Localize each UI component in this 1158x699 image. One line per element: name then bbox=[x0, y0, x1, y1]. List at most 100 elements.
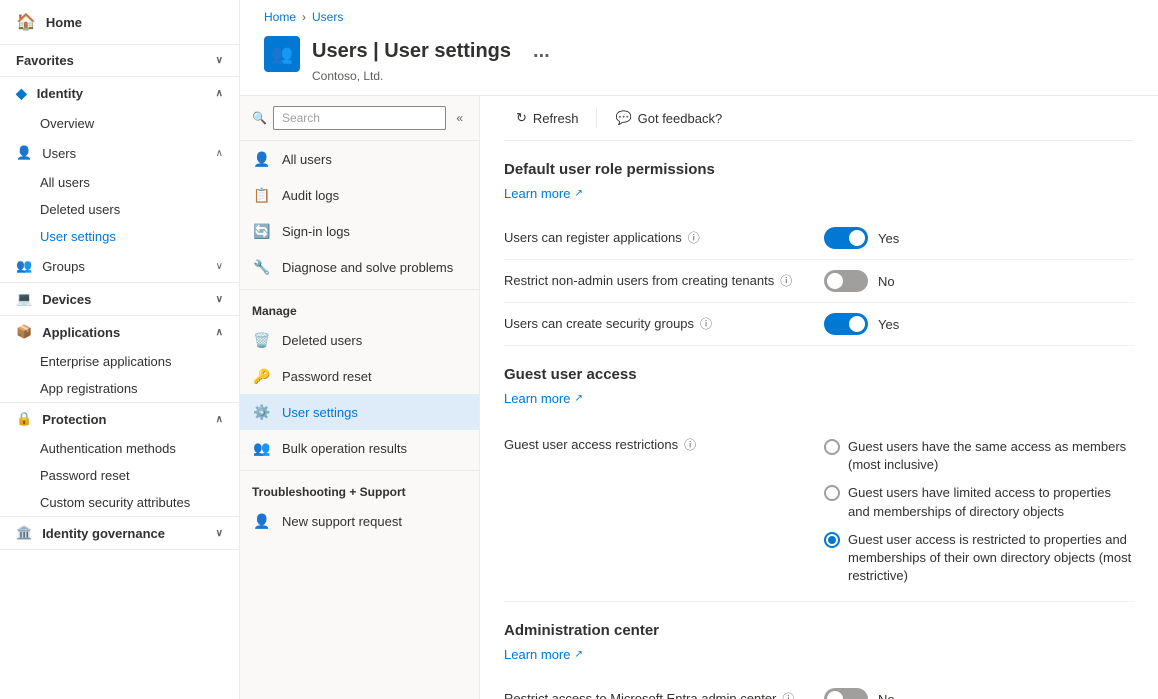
toggle-slider-1 bbox=[824, 227, 868, 249]
page-header-icon: 👥 bbox=[264, 36, 300, 72]
breadcrumb-users[interactable]: Users bbox=[312, 10, 343, 24]
page-title: Users | User settings bbox=[312, 40, 511, 63]
radio-item-1[interactable]: Guest users have the same access as memb… bbox=[824, 438, 1134, 474]
radio-circle-2 bbox=[824, 485, 840, 501]
sidebar-item-custom-security[interactable]: Custom security attributes bbox=[0, 489, 239, 516]
identity-governance-section: 🏛️ Identity governance ∨ bbox=[0, 517, 239, 550]
users-label: Users bbox=[42, 146, 76, 161]
users-page-icon: 👥 bbox=[271, 44, 293, 65]
sidebar-item-app-registrations[interactable]: App registrations bbox=[0, 375, 239, 402]
protection-group[interactable]: 🔒 Protection ∧ bbox=[0, 403, 239, 435]
info-icon-3[interactable]: ⓘ bbox=[700, 315, 712, 332]
chevron-up-icon: ∧ bbox=[216, 88, 223, 99]
devices-group[interactable]: 💻 Devices ∨ bbox=[0, 283, 239, 315]
restrict-tenants-toggle[interactable] bbox=[824, 270, 868, 292]
external-link-icon-1: ↗ bbox=[574, 188, 582, 199]
radio-item-2[interactable]: Guest users have limited access to prope… bbox=[824, 484, 1134, 520]
manage-section-label: Manage bbox=[240, 294, 479, 322]
users-group[interactable]: 👤 Users ∧ bbox=[0, 137, 239, 169]
info-icon-2[interactable]: ⓘ bbox=[780, 272, 792, 289]
search-input[interactable] bbox=[273, 106, 446, 130]
nav-diagnose[interactable]: 🔧 Diagnose and solve problems bbox=[240, 249, 479, 285]
nav-password-reset[interactable]: 🔑 Password reset bbox=[240, 358, 479, 394]
nav-bulk-operations[interactable]: 👥 Bulk operation results bbox=[240, 430, 479, 466]
radio-text-2: Guest users have limited access to prope… bbox=[848, 484, 1134, 520]
feedback-icon: 💬 bbox=[615, 110, 631, 126]
nav-audit-logs-label: Audit logs bbox=[282, 188, 339, 203]
chevron-up-icon-apps: ∧ bbox=[216, 327, 223, 338]
identity-governance-label: Identity governance bbox=[42, 526, 165, 541]
favorites-section: Favorites ∨ bbox=[0, 45, 239, 77]
info-icon-5[interactable]: ⓘ bbox=[782, 690, 794, 699]
secondary-nav: 🔍 « 👤 All users 📋 Audit logs 🔄 Sign-in l… bbox=[240, 96, 480, 699]
register-apps-toggle[interactable] bbox=[824, 227, 868, 249]
signin-logs-icon: 🔄 bbox=[252, 221, 272, 241]
setting-row-guest-restrictions: Guest user access restrictions ⓘ Guest u… bbox=[504, 422, 1134, 602]
refresh-button[interactable]: ↻ Refresh bbox=[504, 104, 590, 132]
security-groups-toggle[interactable] bbox=[824, 313, 868, 335]
security-groups-control: Yes bbox=[824, 313, 899, 335]
sidebar-item-all-users[interactable]: All users bbox=[0, 169, 239, 196]
breadcrumb: Home › Users bbox=[240, 0, 1158, 24]
nav-bulk-ops-label: Bulk operation results bbox=[282, 441, 407, 456]
more-options-button[interactable]: ... bbox=[527, 36, 556, 67]
search-bar: 🔍 « bbox=[240, 96, 479, 141]
identity-group[interactable]: ◆ Identity ∧ bbox=[0, 77, 239, 110]
restrict-tenants-control: No bbox=[824, 270, 895, 292]
learn-more-3[interactable]: Learn more ↗ bbox=[504, 647, 1134, 662]
admin-center-toggle[interactable] bbox=[824, 688, 868, 699]
identity-governance-group[interactable]: 🏛️ Identity governance ∨ bbox=[0, 517, 239, 549]
all-users-icon: 👤 bbox=[252, 149, 272, 169]
learn-more-1[interactable]: Learn more ↗ bbox=[504, 186, 1134, 201]
identity-section: ◆ Identity ∧ Overview 👤 Users ∧ All user… bbox=[0, 77, 239, 283]
nav-new-support[interactable]: 👤 New support request bbox=[240, 503, 479, 539]
nav-all-users-label: All users bbox=[282, 152, 332, 167]
guest-restrictions-label: Guest user access restrictions ⓘ bbox=[504, 432, 824, 453]
nav-signin-logs[interactable]: 🔄 Sign-in logs bbox=[240, 213, 479, 249]
radio-text-1: Guest users have the same access as memb… bbox=[848, 438, 1134, 474]
page-header-info: Users | User settings ... Contoso, Ltd. bbox=[312, 36, 556, 83]
toggle-slider-3 bbox=[824, 313, 868, 335]
info-icon-1[interactable]: ⓘ bbox=[688, 229, 700, 246]
restrict-tenants-label: Restrict non-admin users from creating t… bbox=[504, 270, 824, 289]
sidebar-item-auth-methods[interactable]: Authentication methods bbox=[0, 435, 239, 462]
sidebar-item-password-reset[interactable]: Password reset bbox=[0, 462, 239, 489]
identity-label: Identity bbox=[37, 86, 83, 101]
info-icon-4[interactable]: ⓘ bbox=[684, 436, 696, 453]
nav-deleted-users-label: Deleted users bbox=[282, 333, 362, 348]
learn-more-2[interactable]: Learn more ↗ bbox=[504, 391, 1134, 406]
sidebar-item-deleted-users[interactable]: Deleted users bbox=[0, 196, 239, 223]
refresh-icon: ↻ bbox=[516, 110, 527, 126]
groups-group[interactable]: 👥 Groups ∨ bbox=[0, 250, 239, 282]
sidebar-item-enterprise-apps[interactable]: Enterprise applications bbox=[0, 348, 239, 375]
feedback-button[interactable]: 💬 Got feedback? bbox=[603, 104, 734, 132]
nav-user-settings[interactable]: ⚙️ User settings bbox=[240, 394, 479, 430]
sidebar-item-user-settings[interactable]: User settings bbox=[0, 223, 239, 250]
user-settings-icon: ⚙️ bbox=[252, 402, 272, 422]
home-nav-item[interactable]: 🏠 Home bbox=[0, 0, 239, 45]
bulk-ops-icon: 👥 bbox=[252, 438, 272, 458]
password-reset-icon: 🔑 bbox=[252, 366, 272, 386]
restrict-tenants-value: No bbox=[878, 274, 895, 289]
collapse-button[interactable]: « bbox=[452, 109, 467, 127]
chevron-down-icon: ∨ bbox=[216, 55, 223, 66]
radio-item-3[interactable]: Guest user access is restricted to prope… bbox=[824, 531, 1134, 586]
register-apps-value: Yes bbox=[878, 231, 899, 246]
chevron-down-icon-devices: ∨ bbox=[216, 294, 223, 305]
sidebar-item-overview[interactable]: Overview bbox=[0, 110, 239, 137]
applications-label: Applications bbox=[42, 325, 120, 340]
settings-content: ↻ Refresh 💬 Got feedback? Default user r… bbox=[480, 96, 1158, 699]
nav-audit-logs[interactable]: 📋 Audit logs bbox=[240, 177, 479, 213]
feedback-label: Got feedback? bbox=[638, 111, 723, 126]
admin-center-value: No bbox=[878, 692, 895, 699]
nav-signin-logs-label: Sign-in logs bbox=[282, 224, 350, 239]
setting-row-register-apps: Users can register applications ⓘ Yes bbox=[504, 217, 1134, 260]
nav-deleted-users[interactable]: 🗑️ Deleted users bbox=[240, 322, 479, 358]
nav-divider-2 bbox=[240, 470, 479, 471]
favorites-group[interactable]: Favorites ∨ bbox=[0, 45, 239, 76]
applications-group[interactable]: 📦 Applications ∧ bbox=[0, 316, 239, 348]
guest-restrictions-radio-group: Guest users have the same access as memb… bbox=[824, 438, 1134, 585]
register-apps-control: Yes bbox=[824, 227, 899, 249]
breadcrumb-home[interactable]: Home bbox=[264, 10, 296, 24]
nav-all-users[interactable]: 👤 All users bbox=[240, 141, 479, 177]
